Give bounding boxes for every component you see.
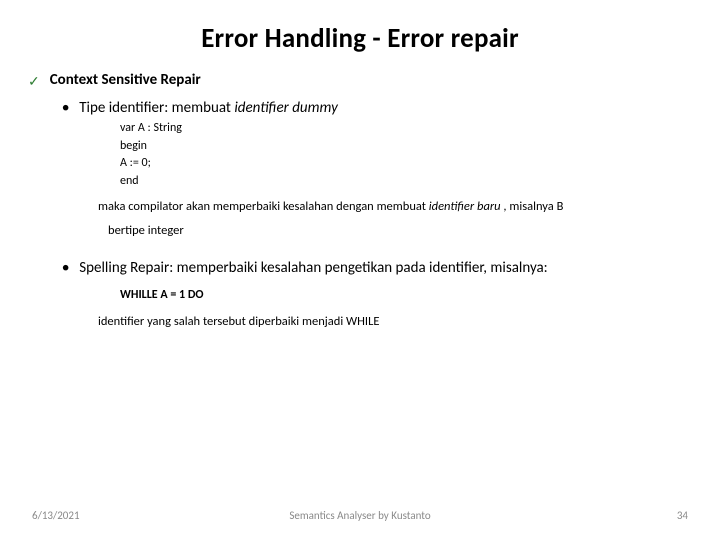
explanation-text-2: bertipe integer [108,222,692,241]
bullet-icon: ● [62,259,69,278]
slide-title: Error Handling - Error repair [0,0,720,55]
code-line: var A : String [120,120,692,137]
code-line: end [120,173,692,190]
bullet-label-prefix: Tipe identifier: membuat [79,99,234,117]
section-heading: Context Sensitive Repair [50,71,201,89]
code-line: begin [120,138,692,155]
bullet-item: ● Tipe identifier: membuat identifier du… [62,99,692,118]
footer-center: Semantics Analyser by Kustanto [289,509,430,522]
check-icon: ✓ [28,73,40,91]
bullet-label: Spelling Repair: memperbaiki kesalahan p… [79,259,547,277]
bullet-icon: ● [62,99,69,118]
footer-page-number: 34 [677,509,688,522]
expl-pre: maka compilator akan memperbaiki kesalah… [98,199,429,214]
explanation-text: maka compilator akan memperbaiki kesalah… [98,194,692,220]
expl-post: , misalnya B [503,199,563,214]
content-area: ✓ Context Sensitive Repair ● Tipe identi… [0,55,720,329]
section-heading-row: ✓ Context Sensitive Repair [28,71,692,91]
footer-date: 6/13/2021 [32,509,80,522]
bullet-label: Tipe identifier: membuat identifier dumm… [79,99,338,117]
explanation-text: identifier yang salah tersebut diperbaik… [98,314,692,329]
code-line: A := 0; [120,155,692,172]
footer: 6/13/2021 Semantics Analyser by Kustanto… [0,509,720,522]
expl-italic: identifier baru [429,199,504,214]
bullet-label-italic: identifier dummy [234,99,337,117]
bullet-item: ● Spelling Repair: memperbaiki kesalahan… [62,259,692,278]
code-block: var A : String begin A := 0; end [120,120,692,190]
code-line-bold: WHILLE A = 1 DO [120,288,692,302]
